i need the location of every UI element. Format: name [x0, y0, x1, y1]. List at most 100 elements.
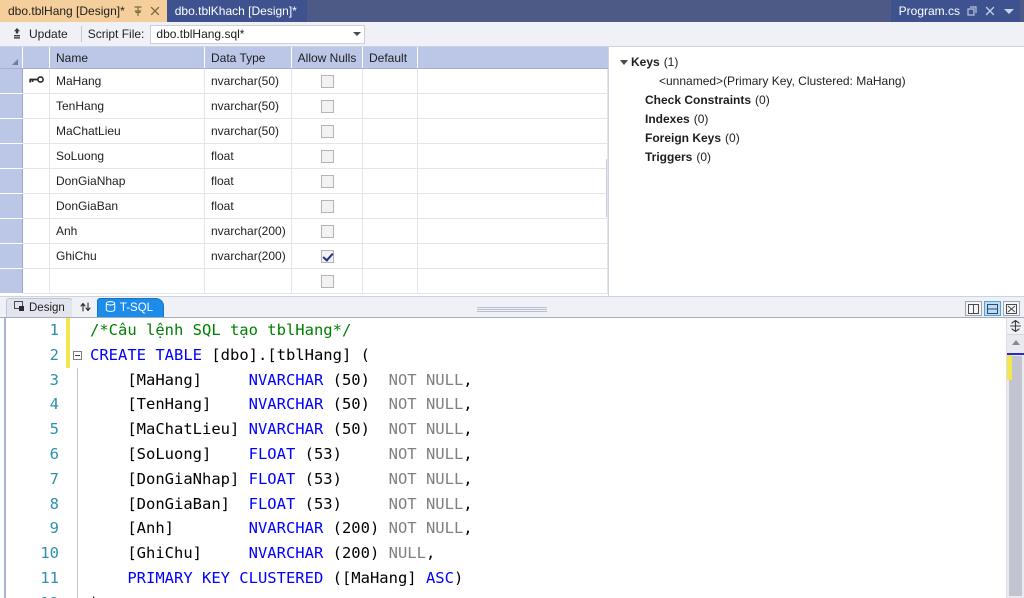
cell-allow-nulls[interactable] — [291, 68, 363, 94]
table-row[interactable]: MaChatLieu nvarchar(50) — [0, 118, 608, 144]
split-horizontal-button[interactable] — [984, 301, 1001, 316]
swap-panes-button[interactable] — [71, 299, 99, 317]
code-line[interactable]: 9 [Anh] NVARCHAR (200) NOT NULL, — [16, 516, 1006, 542]
scrollbar-track[interactable] — [1007, 350, 1024, 598]
cell-default[interactable] — [362, 193, 418, 219]
code-line[interactable]: 6 [SoLuong] FLOAT (53) NOT NULL, — [16, 441, 1006, 467]
allow-nulls-checkbox[interactable] — [320, 75, 334, 89]
expander-icon[interactable] — [617, 60, 631, 65]
cell-allow-nulls[interactable] — [291, 218, 363, 244]
cell-allow-nulls[interactable] — [291, 93, 363, 119]
editor-text-area[interactable]: 1 /*Câu lệnh SQL tạo tblHang*/ 2 CREATE TAB… — [16, 318, 1006, 598]
grid-header-default[interactable]: Default — [362, 47, 418, 69]
row-selector[interactable] — [0, 193, 23, 219]
allow-nulls-checkbox[interactable] — [320, 200, 334, 214]
cell-name[interactable]: GhiChu — [49, 243, 205, 269]
cell-data-type[interactable]: nvarchar(50) — [204, 118, 292, 144]
cell-name[interactable]: Anh — [49, 218, 205, 244]
script-file-combobox[interactable]: dbo.tblHang.sql* — [150, 24, 366, 44]
allow-nulls-checkbox[interactable] — [320, 250, 334, 264]
outlining-glyph-column[interactable] — [70, 441, 84, 467]
table-row[interactable]: Anh nvarchar(200) — [0, 218, 608, 244]
table-row[interactable]: SoLuong float — [0, 143, 608, 169]
code-line[interactable]: 3 [MaHang] NVARCHAR (50) NOT NULL, — [16, 367, 1006, 393]
collapse-icon[interactable] — [72, 350, 82, 360]
close-icon[interactable] — [984, 5, 996, 17]
tree-node-keys[interactable]: Keys (1) — [617, 53, 1024, 72]
cell-name[interactable]: DonGiaNhap — [49, 168, 205, 194]
cell-data-type[interactable]: float — [204, 143, 292, 169]
cell-default[interactable] — [362, 243, 418, 269]
cell-allow-nulls[interactable] — [291, 193, 363, 219]
split-vertical-button[interactable] — [965, 301, 982, 316]
outlining-glyph-column[interactable] — [70, 590, 84, 598]
outlining-glyph-column[interactable] — [70, 392, 84, 418]
grid-header-name[interactable]: Name — [49, 47, 205, 69]
cell-name[interactable] — [49, 268, 205, 294]
cell-name[interactable]: SoLuong — [49, 143, 205, 169]
cell-allow-nulls[interactable] — [291, 268, 363, 294]
cell-data-type[interactable]: float — [204, 168, 292, 194]
table-row[interactable]: DonGiaBan float — [0, 193, 608, 219]
outlining-glyph-column[interactable] — [70, 541, 84, 566]
designer-splitter-bar[interactable]: Design T-SQL — [0, 296, 1024, 318]
row-selector[interactable] — [0, 143, 23, 169]
cell-data-type[interactable]: nvarchar(50) — [204, 93, 292, 119]
code-line[interactable]: 11 PRIMARY KEY CLUSTERED ([MaHang] ASC) — [16, 565, 1006, 591]
code-line[interactable]: 12); — [16, 590, 1006, 598]
cell-data-type[interactable]: nvarchar(50) — [204, 68, 292, 94]
row-selector[interactable] — [0, 268, 23, 294]
outlining-glyph-column[interactable] — [70, 466, 84, 492]
table-row[interactable]: MaHang nvarchar(50) — [0, 68, 608, 94]
cell-allow-nulls[interactable] — [291, 143, 363, 169]
cell-name[interactable]: DonGiaBan — [49, 193, 205, 219]
tree-node-indexes[interactable]: Indexes (0) — [617, 110, 1024, 129]
cell-default[interactable] — [362, 93, 418, 119]
row-selector[interactable] — [0, 168, 23, 194]
row-selector[interactable] — [0, 218, 23, 244]
tree-node-foreign-keys[interactable]: Foreign Keys (0) — [617, 129, 1024, 148]
cell-default[interactable] — [362, 143, 418, 169]
tab-design[interactable]: Design — [6, 298, 76, 317]
outlining-glyph-column[interactable] — [70, 491, 84, 517]
document-tab-tblhang[interactable]: dbo.tblHang [Design]* — [0, 0, 167, 22]
scrollbar-thumb[interactable] — [1009, 356, 1022, 596]
cell-name[interactable]: MaChatLieu — [49, 118, 205, 144]
grid-header-select-all[interactable] — [0, 47, 23, 69]
row-selector[interactable] — [0, 118, 23, 144]
tree-child-item[interactable]: <unnamed> (Primary Key, Clustered: MaHang… — [617, 72, 1024, 91]
cell-default[interactable] — [362, 168, 418, 194]
cell-default[interactable] — [362, 268, 418, 294]
allow-nulls-checkbox[interactable] — [320, 125, 334, 139]
cell-default[interactable] — [362, 68, 418, 94]
code-line[interactable]: 1 /*Câu lệnh SQL tạo tblHang*/ — [16, 318, 1006, 343]
editor-split-handle[interactable] — [1007, 318, 1024, 335]
cell-allow-nulls[interactable] — [291, 243, 363, 269]
cell-allow-nulls[interactable] — [291, 118, 363, 144]
outlining-glyph-column[interactable] — [70, 565, 84, 591]
table-row[interactable]: GhiChu nvarchar(200) — [0, 243, 608, 269]
cell-name[interactable]: MaHang — [49, 68, 205, 94]
document-tab-program-cs[interactable]: Program.cs — [890, 0, 1020, 22]
pin-icon[interactable] — [132, 5, 144, 17]
code-line[interactable]: 8 [DonGiaBan] FLOAT (53) NOT NULL, — [16, 491, 1006, 517]
allow-nulls-checkbox[interactable] — [320, 225, 334, 239]
row-selector[interactable] — [0, 68, 23, 94]
code-line[interactable]: 7 [DonGiaNhap] FLOAT (53) NOT NULL, — [16, 466, 1006, 492]
update-button[interactable]: Update — [6, 24, 75, 45]
cell-data-type[interactable] — [204, 268, 292, 294]
grid-header-allow-nulls[interactable]: Allow Nulls — [291, 47, 363, 69]
cell-allow-nulls[interactable] — [291, 168, 363, 194]
cell-data-type[interactable]: nvarchar(200) — [204, 243, 292, 269]
code-line[interactable]: 5 [MaChatLieu] NVARCHAR (50) NOT NULL, — [16, 417, 1006, 442]
tree-node-check-constraints[interactable]: Check Constraints (0) — [617, 91, 1024, 110]
allow-nulls-checkbox[interactable] — [320, 100, 334, 114]
outlining-glyph-column[interactable] — [70, 367, 84, 393]
outlining-glyph-column[interactable] — [70, 343, 84, 368]
cell-name[interactable]: TenHang — [49, 93, 205, 119]
allow-nulls-checkbox[interactable] — [320, 150, 334, 164]
tsql-code-editor[interactable]: 1 /*Câu lệnh SQL tạo tblHang*/ 2 CREATE TAB… — [0, 318, 1024, 598]
code-line[interactable]: 10 [GhiChu] NVARCHAR (200) NULL, — [16, 541, 1006, 566]
restore-window-icon[interactable] — [966, 5, 978, 17]
allow-nulls-checkbox[interactable] — [320, 175, 334, 189]
